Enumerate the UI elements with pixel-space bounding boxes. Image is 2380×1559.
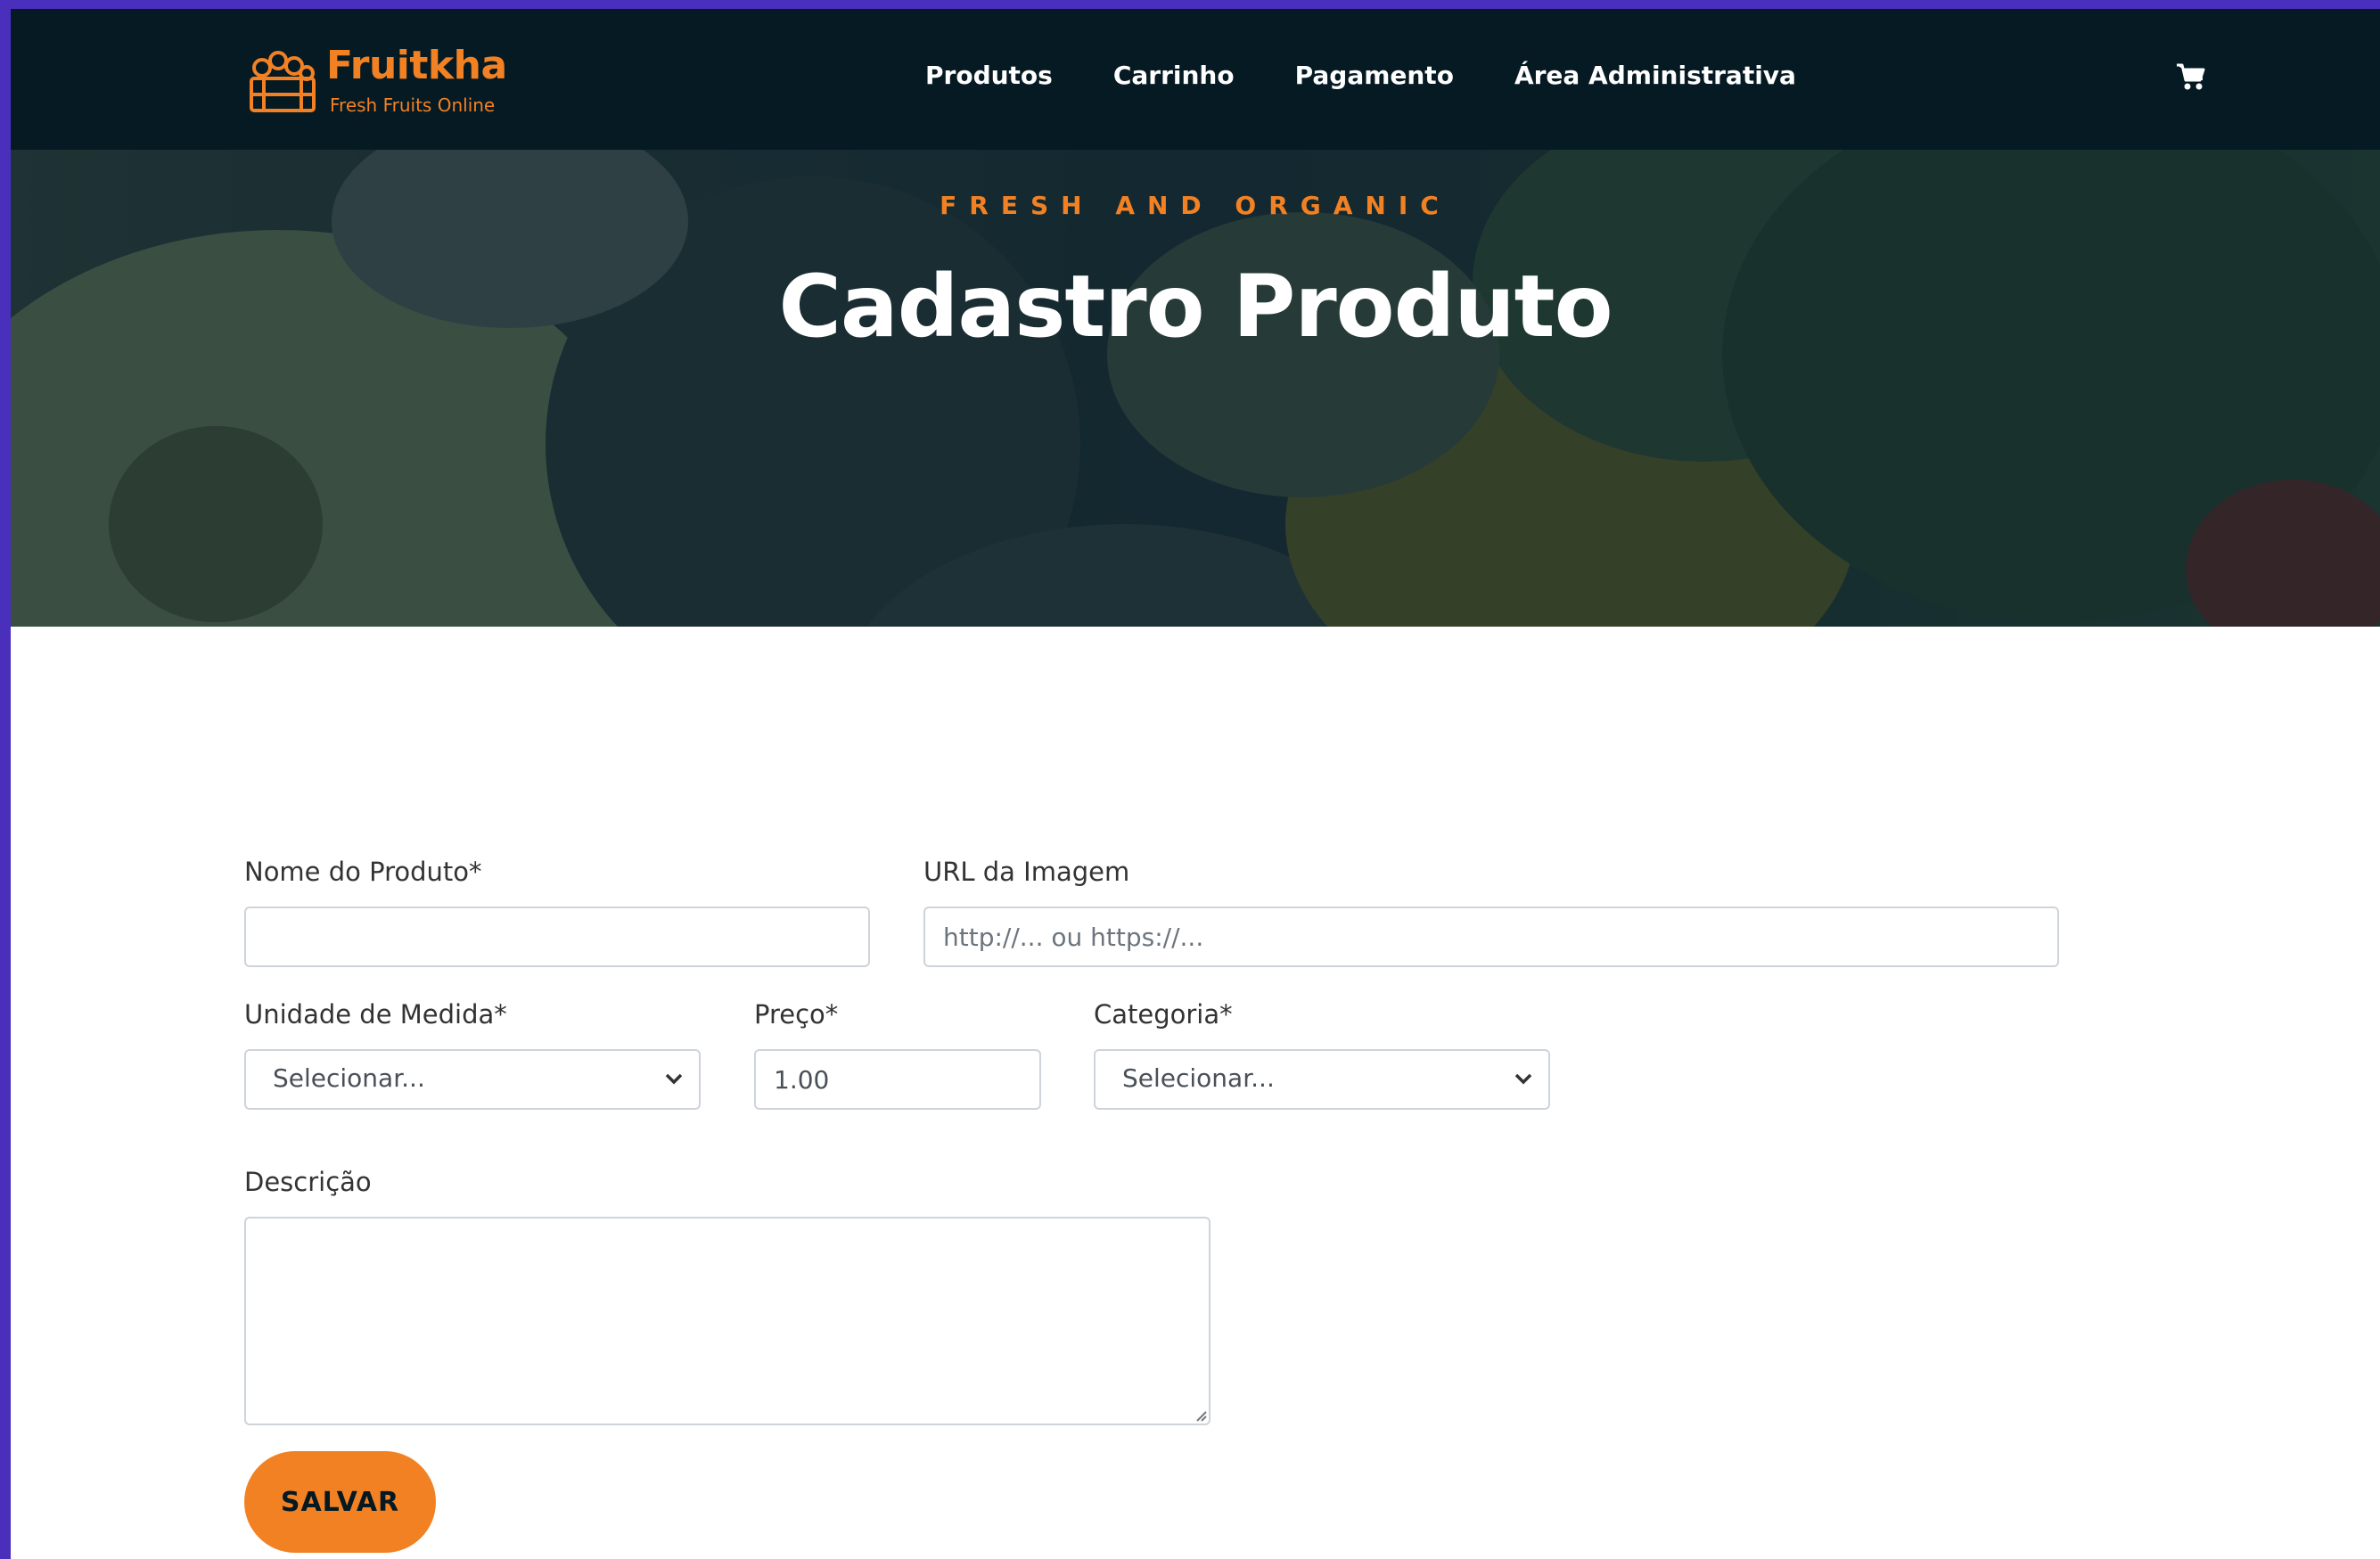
page: Fruitkha Fresh Fruits Online Produtos Ca… (11, 9, 2380, 1559)
shopping-cart-icon[interactable] (2175, 62, 2205, 91)
unit-selected-value: Selecionar... (273, 1063, 425, 1093)
category-label: Categoria* (1094, 999, 1233, 1030)
hero-subtitle: FRESH AND ORGANIC (940, 191, 1451, 220)
nav-item-pagamento[interactable]: Pagamento (1295, 61, 1454, 96)
hero-banner: FRESH AND ORGANIC Cadastro Produto (11, 150, 2380, 627)
image-url-input[interactable] (923, 907, 2059, 967)
page-title: Cadastro Produto (778, 257, 1613, 357)
category-select[interactable]: Selecionar... (1094, 1049, 1550, 1110)
nav-item-carrinho[interactable]: Carrinho (1113, 61, 1235, 96)
hero-overlay (11, 150, 2380, 627)
unit-select[interactable]: Selecionar... (244, 1049, 701, 1110)
description-wrapper (244, 1217, 1211, 1425)
brand-tagline: Fresh Fruits Online (330, 94, 496, 116)
unit-label: Unidade de Medida* (244, 999, 507, 1030)
product-name-label: Nome do Produto* (244, 857, 482, 887)
image-url-label: URL da Imagem (923, 857, 1130, 887)
chevron-down-icon (1514, 1073, 1532, 1085)
price-input[interactable] (754, 1049, 1041, 1110)
top-navbar: Fruitkha Fresh Fruits Online Produtos Ca… (11, 9, 2380, 150)
nav-item-produtos[interactable]: Produtos (925, 61, 1053, 96)
resize-grip-icon[interactable] (1193, 1407, 1207, 1422)
brand-name: Fruitkha (326, 43, 507, 88)
description-label: Descrição (244, 1167, 372, 1197)
save-button[interactable]: SALVAR (244, 1451, 436, 1553)
price-label: Preço* (754, 999, 839, 1030)
description-textarea[interactable] (244, 1217, 1211, 1425)
main-nav: Produtos Carrinho Pagamento Área Adminis… (925, 61, 1796, 96)
product-form: Nome do Produto* URL da Imagem Unidade d… (11, 627, 2380, 1559)
product-name-input[interactable] (244, 907, 870, 967)
nav-item-area-administrativa[interactable]: Área Administrativa (1514, 61, 1796, 96)
brand-logo[interactable]: Fruitkha Fresh Fruits Online (248, 43, 542, 123)
fruit-crate-icon (250, 51, 316, 112)
chevron-down-icon (665, 1073, 683, 1085)
category-selected-value: Selecionar... (1122, 1063, 1275, 1093)
